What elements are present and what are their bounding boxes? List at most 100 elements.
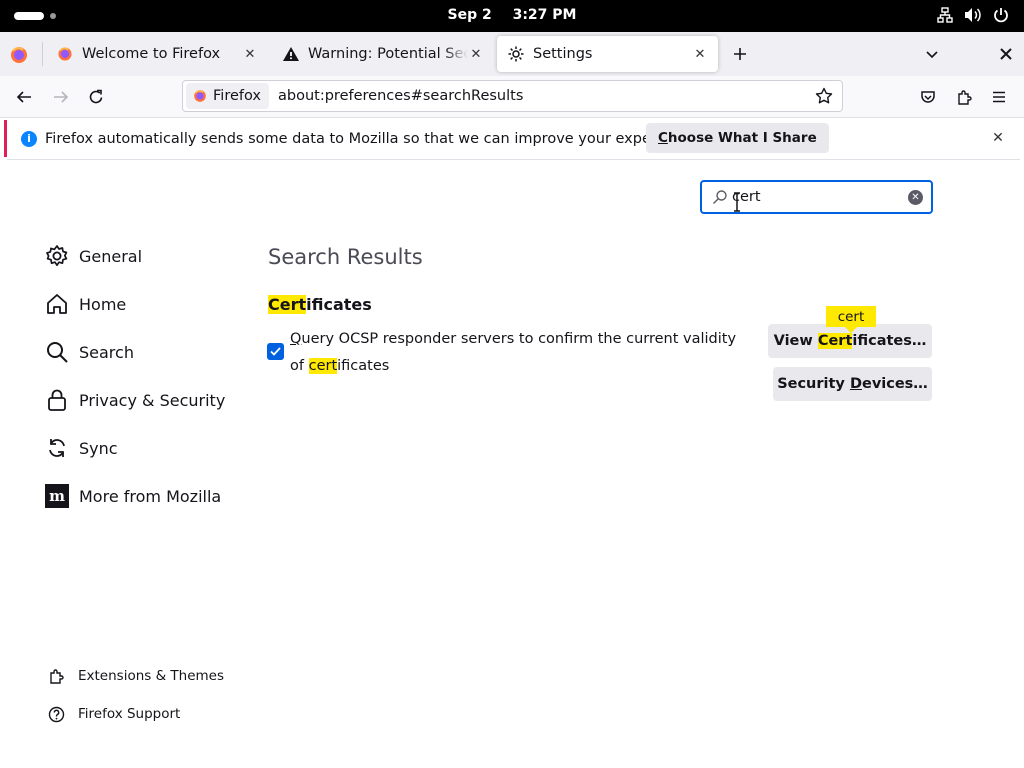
- pocket-button[interactable]: [917, 86, 939, 108]
- back-arrow-icon: [16, 91, 31, 103]
- data-reporting-notification: i Firefox automatically sends some data …: [4, 120, 1020, 160]
- close-window-button[interactable]: [996, 44, 1016, 64]
- chevron-down-icon: [926, 51, 938, 59]
- button-prefix: View: [773, 333, 818, 349]
- new-tab-button[interactable]: [730, 44, 750, 64]
- gear-icon: [44, 243, 70, 269]
- lock-icon: [44, 387, 70, 413]
- category-label: Privacy & Security: [79, 390, 226, 410]
- firefox-icon: [11, 47, 27, 63]
- category-more-from-mozilla[interactable]: m More from Mozilla: [44, 476, 244, 516]
- search-match-tooltip: cert: [826, 306, 876, 333]
- identity-box[interactable]: Firefox: [186, 83, 269, 109]
- tab-welcome[interactable]: Welcome to Firefox ✕: [46, 36, 268, 72]
- category-label: Sync: [79, 438, 118, 458]
- help-icon: [46, 704, 66, 724]
- hamburger-menu-icon: [993, 91, 1005, 103]
- system-menu[interactable]: [936, 6, 1010, 24]
- reload-icon: [89, 89, 103, 104]
- url-text[interactable]: about:preferences#searchResults: [278, 88, 814, 104]
- choose-what-i-share-button[interactable]: Choose What I Share: [646, 123, 829, 153]
- extensions-button[interactable]: [953, 86, 975, 108]
- accesskey-q: Q: [290, 331, 302, 347]
- search-highlight: cert: [308, 358, 338, 374]
- close-tab-icon[interactable]: ✕: [692, 46, 708, 62]
- category-label: General: [79, 246, 143, 266]
- tab-strip: Welcome to Firefox ✕ Warning: Potential …: [0, 32, 1024, 76]
- page-title: Search Results: [268, 245, 423, 269]
- search-highlight: Cert: [817, 333, 853, 349]
- extensions-themes-link[interactable]: Extensions & Themes: [46, 664, 224, 688]
- power-icon: [992, 6, 1010, 24]
- close-icon: [1000, 48, 1012, 60]
- firefox-icon: [58, 47, 72, 61]
- bookmark-star-icon[interactable]: [814, 86, 834, 106]
- close-tab-icon[interactable]: ✕: [468, 46, 484, 62]
- text-cursor-icon: [734, 192, 740, 212]
- tab-security-warning[interactable]: Warning: Potential Security Risk Ahead ✕: [272, 36, 494, 72]
- tab-settings[interactable]: Settings ✕: [497, 36, 718, 72]
- forward-arrow-icon: [54, 91, 69, 103]
- footer-label: Firefox Support: [78, 706, 181, 722]
- network-icon: [936, 6, 954, 24]
- system-top-bar: Sep 2 3:27 PM: [0, 0, 1024, 32]
- search-icon: [713, 190, 727, 204]
- ocsp-checkbox-label[interactable]: Query OCSP responder servers to confirm …: [290, 326, 740, 380]
- certificates-group-title: Certificates: [268, 295, 372, 314]
- tab-separator: [42, 42, 43, 66]
- close-notification-icon[interactable]: ✕: [990, 130, 1006, 146]
- back-button[interactable]: [13, 86, 35, 108]
- url-bar[interactable]: Firefox about:preferences#searchResults: [182, 80, 843, 112]
- identity-label: Firefox: [213, 88, 261, 104]
- category-privacy-security[interactable]: Privacy & Security: [44, 380, 244, 420]
- tab-label: Welcome to Firefox: [82, 46, 221, 62]
- list-all-tabs-button[interactable]: [922, 44, 942, 64]
- category-label: More from Mozilla: [79, 486, 222, 506]
- workspace-indicator: [50, 13, 56, 19]
- button-suffix: evices…: [861, 376, 928, 392]
- puzzle-icon: [46, 666, 66, 686]
- clock[interactable]: Sep 2 3:27 PM: [0, 7, 1024, 23]
- button-suffix: ificates…: [852, 333, 927, 349]
- forward-button[interactable]: [50, 86, 72, 108]
- search-highlight: Cert: [268, 295, 307, 314]
- notification-message: Firefox automatically sends some data to…: [45, 130, 701, 147]
- navigation-toolbar: Firefox about:preferences#searchResults: [0, 76, 1024, 118]
- button-prefix: Security: [777, 376, 850, 392]
- footer-label: Extensions & Themes: [78, 668, 225, 684]
- volume-icon: [964, 6, 982, 24]
- mozilla-icon: m: [44, 483, 70, 509]
- security-devices-button[interactable]: Security Devices…: [773, 367, 932, 401]
- category-label: Home: [79, 294, 127, 314]
- settings-search-input[interactable]: [732, 189, 902, 205]
- sync-icon: [44, 435, 70, 461]
- firefox-support-link[interactable]: Firefox Support: [46, 702, 180, 726]
- warning-icon: [283, 47, 299, 61]
- clock-time: 3:27 PM: [512, 7, 577, 23]
- firefox-icon: [194, 90, 206, 102]
- accesskey-d: D: [849, 376, 862, 392]
- plus-icon: [734, 48, 746, 60]
- tab-label: Settings: [533, 46, 593, 62]
- info-icon: i: [21, 130, 37, 147]
- accesskey-c: C: [658, 130, 668, 146]
- category-sync[interactable]: Sync: [44, 428, 244, 468]
- button-label-rest: hoose What I Share: [667, 130, 817, 146]
- clock-date: Sep 2: [447, 7, 492, 23]
- activities-button[interactable]: [14, 12, 56, 20]
- app-menu-button[interactable]: [988, 86, 1010, 108]
- close-tab-icon[interactable]: ✕: [242, 46, 258, 62]
- workspace-indicator-active: [14, 12, 44, 20]
- category-search[interactable]: Search: [44, 332, 244, 372]
- pinned-tab-firefox[interactable]: [8, 44, 30, 66]
- reload-button[interactable]: [85, 86, 107, 108]
- clear-search-icon[interactable]: ✕: [908, 190, 923, 205]
- category-general[interactable]: General: [44, 236, 244, 276]
- ocsp-checkbox[interactable]: [267, 343, 284, 360]
- category-home[interactable]: Home: [44, 284, 244, 324]
- pocket-icon: [921, 91, 935, 103]
- checkmark-icon: [270, 347, 281, 356]
- search-icon: [44, 339, 70, 365]
- category-label: Search: [79, 342, 134, 362]
- group-title-rest: ificates: [306, 295, 372, 314]
